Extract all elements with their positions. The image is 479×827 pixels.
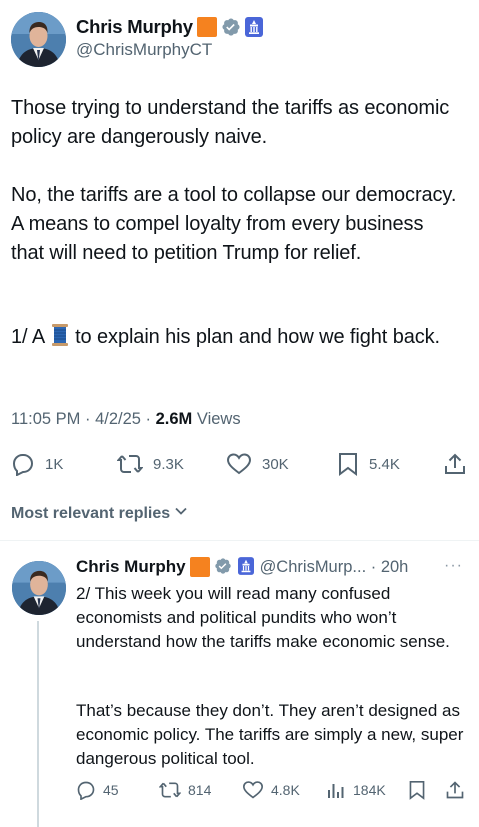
share-button[interactable] — [443, 452, 467, 476]
government-badge-icon[interactable] — [237, 557, 256, 577]
reply-actions: 45 814 4.8K 184K — [76, 780, 471, 802]
tweet-actions: 1K 9.3K 30K 5.4K — [11, 452, 469, 480]
share-icon — [443, 452, 467, 476]
reply-button[interactable]: 45 — [76, 780, 119, 800]
replies-sort-dropdown[interactable]: Most relevant replies — [11, 504, 188, 523]
reply-author-row: Chris Murphy @ChrisMurp... · 20h — [76, 557, 408, 577]
reply-count: 45 — [103, 782, 119, 798]
reply-paragraph: 2/ This week you will read many confused… — [76, 584, 450, 651]
spool-emoji — [51, 323, 69, 347]
author-name[interactable]: Chris Murphy — [76, 16, 193, 38]
more-options-button[interactable]: ··· — [444, 557, 463, 575]
bookmark-button[interactable]: 5.4K — [337, 452, 400, 476]
orange-square-emoji — [189, 557, 210, 577]
thread-prefix: 1/ A — [11, 326, 46, 348]
reply-tweet[interactable]: Chris Murphy @ChrisMurp... · 20h ··· 2/ … — [0, 541, 479, 827]
share-icon — [445, 780, 465, 800]
views-button[interactable]: 184K — [326, 780, 386, 800]
views-count: 184K — [353, 782, 386, 798]
views-icon — [326, 780, 346, 800]
like-count: 30K — [262, 455, 289, 473]
orange-square-emoji — [196, 17, 217, 37]
reply-handle-time[interactable]: @ChrisMurp... · 20h — [260, 558, 409, 577]
reply-icon — [76, 780, 96, 800]
like-icon — [242, 780, 264, 800]
tweet-paragraph: 1/ A to explain his plan and how we fight… — [11, 323, 461, 352]
bookmark-count: 5.4K — [369, 455, 400, 473]
tweet-paragraph: No, the tariffs are a tool to collapse o… — [11, 184, 457, 264]
views-label: Views — [192, 410, 241, 428]
like-button[interactable]: 30K — [226, 452, 289, 476]
reply-paragraph: That’s because they don’t. They aren’t d… — [76, 701, 464, 768]
thread-line — [37, 621, 39, 827]
government-badge-icon[interactable] — [244, 17, 263, 37]
like-count: 4.8K — [271, 782, 300, 798]
avatar[interactable] — [11, 12, 66, 67]
tweet-meta: 11:05 PM · 4/2/25 · 2.6M Views — [11, 410, 241, 429]
tweet-paragraph: Those trying to understand the tariffs a… — [11, 97, 450, 148]
views-count: 2.6M — [155, 410, 193, 428]
repost-icon — [117, 452, 143, 476]
bookmark-icon — [337, 452, 359, 476]
bookmark-icon — [408, 780, 426, 800]
author-handle[interactable]: @ChrisMurphyCT — [76, 40, 212, 60]
chevron-down-icon — [174, 504, 188, 523]
like-button[interactable]: 4.8K — [242, 780, 300, 800]
repost-button[interactable]: 9.3K — [117, 452, 184, 476]
share-button[interactable] — [445, 780, 465, 800]
replies-sort-label: Most relevant replies — [11, 504, 171, 522]
author-row: Chris Murphy — [76, 16, 263, 38]
verified-icon[interactable] — [214, 557, 234, 577]
reply-button[interactable]: 1K — [11, 452, 63, 476]
repost-count: 814 — [188, 782, 212, 798]
timestamp[interactable]: 11:05 PM · 4/2/25 · — [11, 410, 156, 428]
bookmark-button[interactable] — [408, 780, 426, 800]
reply-count: 1K — [45, 455, 64, 473]
like-icon — [226, 452, 252, 476]
repost-icon — [159, 780, 181, 800]
repost-count: 9.3K — [153, 455, 184, 473]
verified-icon[interactable] — [221, 17, 241, 37]
avatar[interactable] — [12, 561, 66, 615]
author-name[interactable]: Chris Murphy — [76, 557, 186, 577]
thread-suffix: to explain his plan and how we fight bac… — [75, 326, 440, 348]
repost-button[interactable]: 814 — [159, 780, 211, 800]
reply-icon — [11, 452, 35, 476]
main-tweet: Chris Murphy @ChrisMurphyCT Those trying… — [0, 0, 479, 530]
